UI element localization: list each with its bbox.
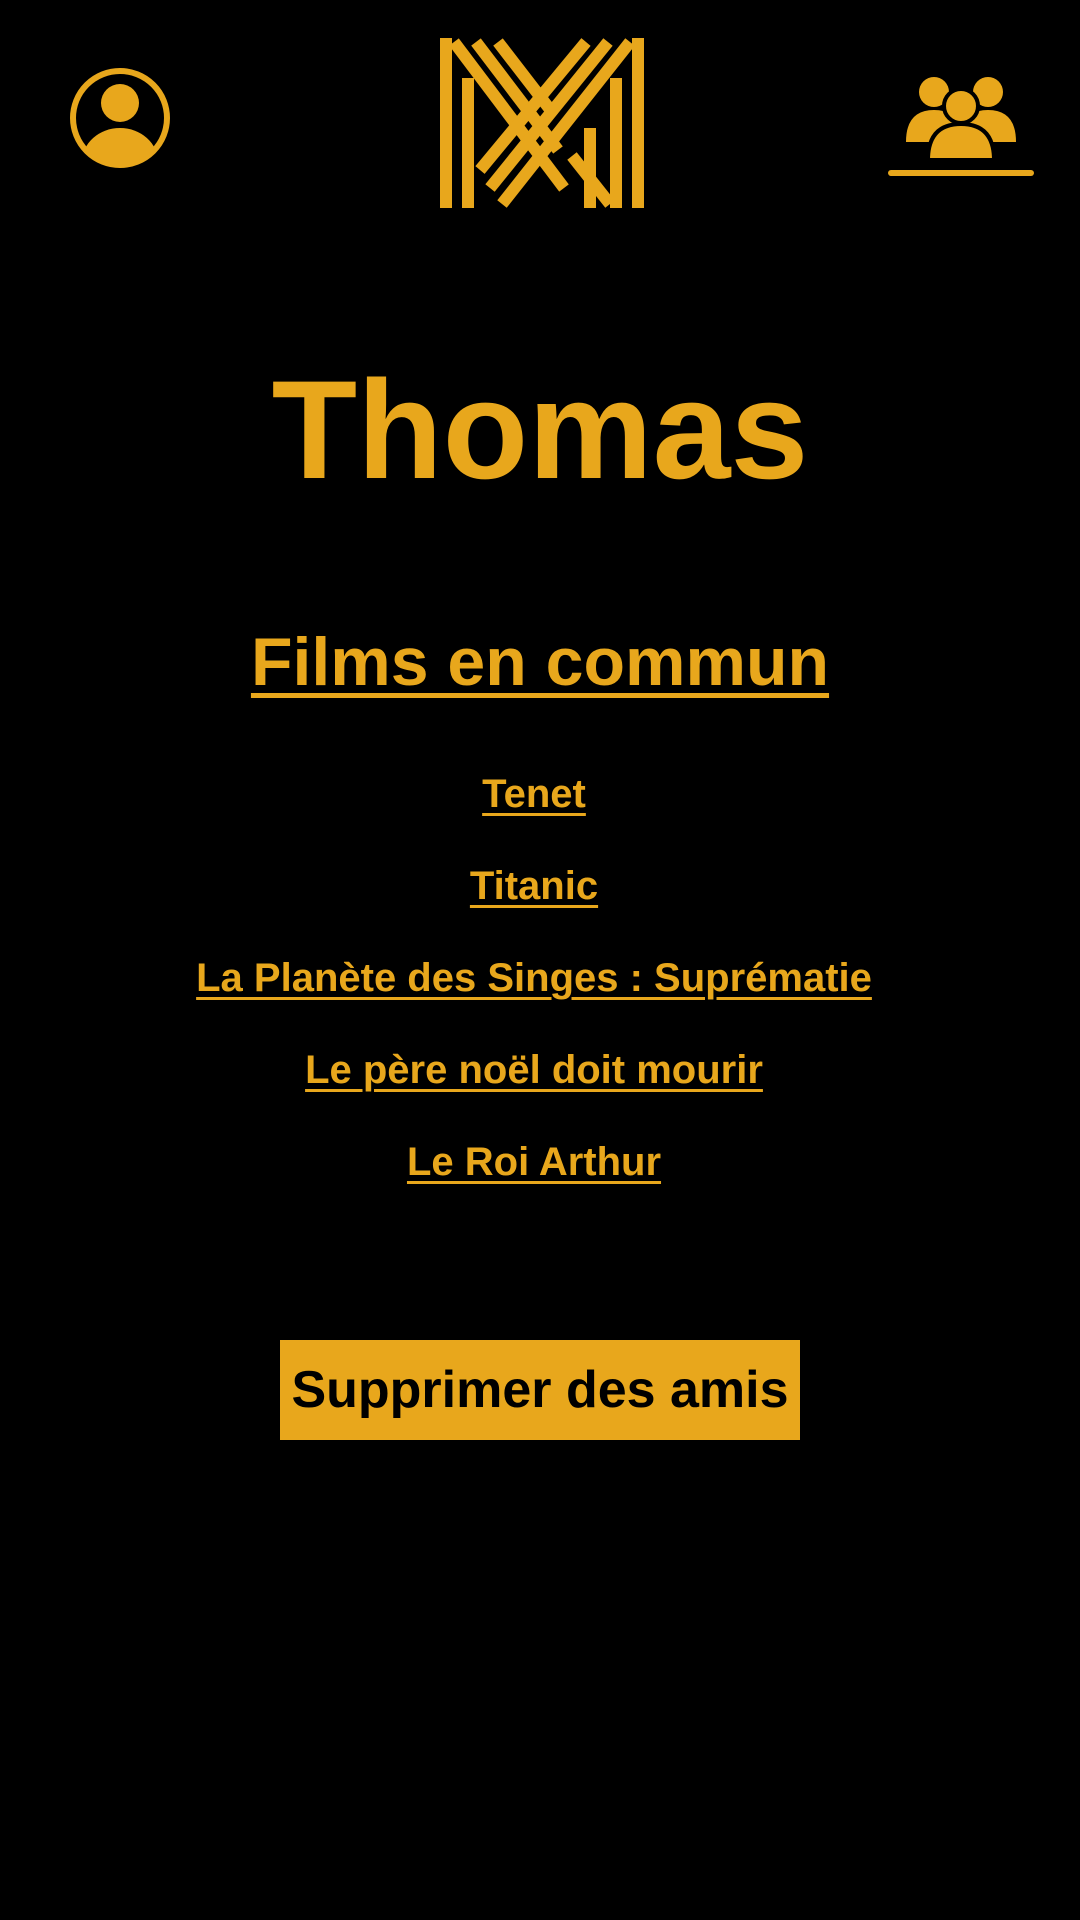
list-item: Le Roi Arthur <box>0 1136 1068 1228</box>
remove-friend-button[interactable]: Supprimer des amis <box>280 1340 800 1440</box>
film-link-planete-des-singes[interactable]: La Planète des Singes : Suprématie <box>196 956 872 1000</box>
user-circle-icon <box>70 68 170 168</box>
list-item: Titanic <box>0 860 1068 952</box>
film-link-titanic[interactable]: Titanic <box>470 864 598 908</box>
m-monogram-logo <box>440 38 644 208</box>
list-item: La Planète des Singes : Suprématie <box>0 952 1068 1044</box>
users-group-icon <box>906 77 1016 162</box>
list-item: Le père noël doit mourir <box>0 1044 1068 1136</box>
common-films-title-text: Films en commun <box>250 624 830 700</box>
active-tab-indicator <box>888 170 1034 176</box>
film-link-tenet[interactable]: Tenet <box>482 772 586 816</box>
top-bar <box>0 0 1080 220</box>
film-link-roi-arthur[interactable]: Le Roi Arthur <box>407 1140 661 1184</box>
friends-tab-button[interactable] <box>888 70 1034 176</box>
common-films-title: Films en commun <box>0 622 1080 702</box>
film-link-pere-noel[interactable]: Le père noël doit mourir <box>305 1048 763 1092</box>
app-logo[interactable] <box>440 38 644 208</box>
common-films-list: Tenet Titanic La Planète des Singes : Su… <box>0 768 1068 1228</box>
profile-button[interactable] <box>68 66 172 170</box>
friend-name-heading: Thomas <box>271 351 809 508</box>
list-item: Tenet <box>0 768 1068 860</box>
